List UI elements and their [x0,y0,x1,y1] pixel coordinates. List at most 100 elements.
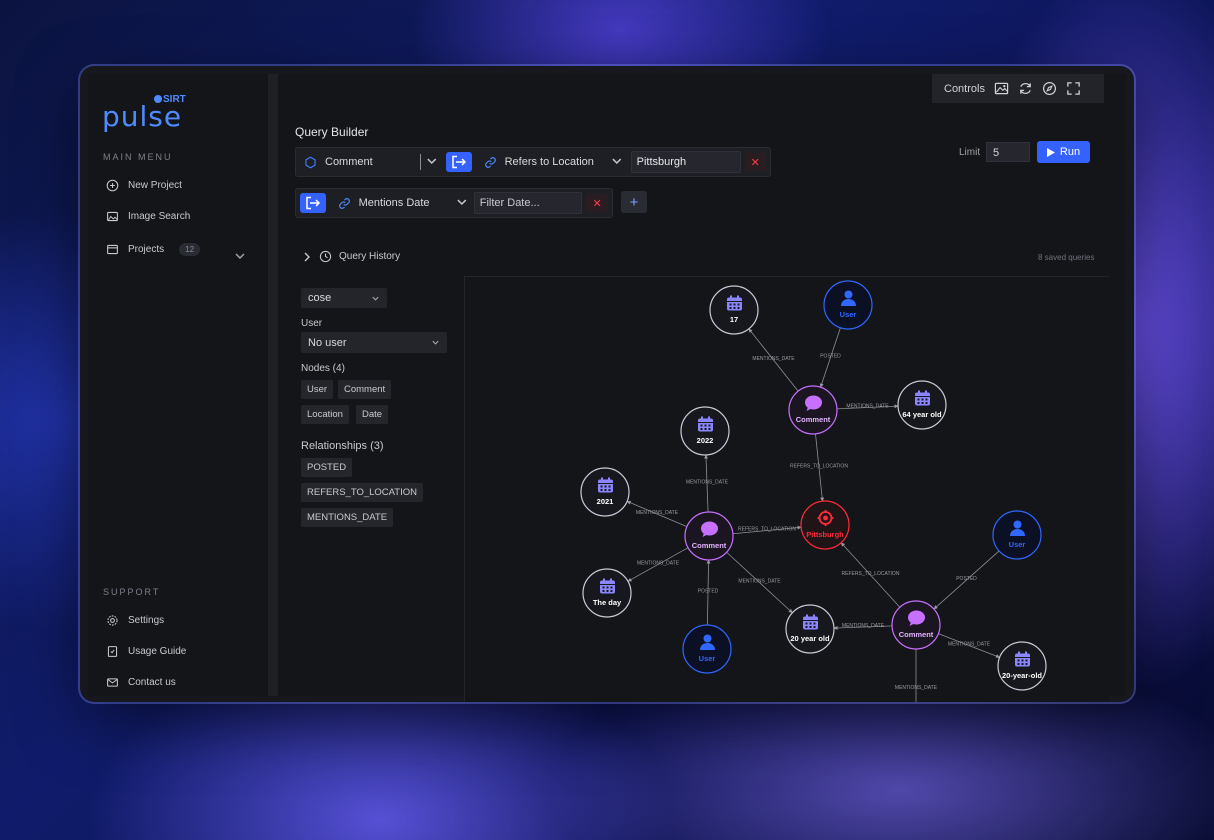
main-content: Controls Query Builder Comment Refers to… [278,74,1126,702]
play-icon [1046,147,1055,157]
fullscreen-icon[interactable] [1066,81,1081,96]
sidebar-item-image-search[interactable]: Image Search [106,210,190,223]
graph-node-comment[interactable]: Comment [788,385,838,435]
chevron-down-icon[interactable] [607,156,627,168]
graph-node-comment[interactable]: Comment [891,600,941,650]
clock-icon [319,250,332,263]
graph-node-label: 20 year old [790,634,830,643]
nodes-label: Nodes (4) [301,363,345,374]
chevron-down-icon[interactable] [234,250,246,262]
node-chip-user[interactable]: User [301,380,334,399]
graph-node-label: Comment [899,630,934,639]
user-select[interactable]: No user [301,332,447,353]
graph-node-label: 64 year old [902,410,942,419]
graph-node-user[interactable]: User [992,510,1042,560]
graph-node-date[interactable]: 20-year-old [997,641,1047,691]
sidebar-item-label: Contact us [128,677,176,688]
query-history-toggle[interactable]: Query History [303,250,400,263]
user-label: User [301,318,323,329]
sidebar-item-projects[interactable]: Projects 12 [106,243,201,256]
query-history-label: Query History [339,251,401,262]
chevron-down-icon [432,340,439,345]
plus-circle-icon [106,179,119,192]
sidebar-item-settings[interactable]: Settings [106,614,164,627]
direction-toggle-button[interactable] [446,152,472,172]
sidebar-item-new-project[interactable]: New Project [106,179,182,192]
sidebar-item-usage-guide[interactable]: Usage Guide [106,645,186,658]
graph-canvas[interactable]: MENTIONS_DATE POSTED MENTIONS_DATE REFERS_T… [464,276,1109,702]
node-chip-comment[interactable]: Comment [338,380,392,399]
refresh-icon[interactable] [1018,81,1033,96]
remove-filter-button[interactable]: ✕ [744,153,767,171]
saved-queries-count: 8 saved queries [1038,253,1095,262]
date-filter-placeholder: Filter Date... [479,197,540,209]
graph-edge-label: POSTED [956,576,977,582]
graph-node-user[interactable]: User [682,624,732,674]
calendar-icon [600,578,615,594]
graph-node-label: Comment [796,415,831,424]
direction-toggle-button[interactable] [300,193,326,213]
location-filter-input[interactable]: Pittsburgh [630,151,741,173]
remove-filter-button-2[interactable]: ✕ [586,194,608,212]
controls-bar: Controls [932,74,1104,103]
graph-svg[interactable]: MENTIONS_DATE POSTED MENTIONS_DATE REFERS_T… [465,277,1109,702]
graph-edge-label: REFERS_TO_LOCATION [738,527,796,533]
graph-node-label: The day [593,598,622,607]
logo-text: pulse [102,100,183,133]
app-window: SIRT pulse MAIN MENU New Project Image S… [80,66,1134,702]
query-builder-title: Query Builder [295,125,369,139]
relationship-chip-mentions-date[interactable]: MENTIONS_DATE [301,508,394,527]
graph-node-date[interactable]: The day [582,568,632,618]
calendar-icon [698,416,713,432]
graph-node-location[interactable]: Pittsburgh [800,500,850,550]
node-chip-date[interactable]: Date [356,405,389,424]
graph-node-comment[interactable]: Comment [684,511,734,561]
sidebar-item-label: New Project [128,180,182,191]
run-button[interactable]: Run [1037,141,1090,163]
graph-edge-label: MENTIONS_DATE [637,561,680,567]
graph-edge-label: REFERS_TO_LOCATION [790,464,848,470]
graph-edge-label: MENTIONS_DATE [846,404,889,410]
graph-node-date[interactable]: 2021 [580,467,630,517]
graph-node-user[interactable]: User [823,280,873,330]
relationship-chip-refers-to-location[interactable]: REFERS_TO_LOCATION [301,483,423,502]
relation-value: Refers to Location [504,156,594,168]
sidebar-item-label: Settings [128,615,165,626]
image-export-icon[interactable] [994,81,1009,96]
calendar-icon [915,390,930,406]
graph-node-date[interactable]: 64 year old [897,380,947,430]
relationship-chip-posted[interactable]: POSTED [301,458,353,477]
graph-node-date[interactable]: 17 [709,285,759,335]
graph-edge-label: REFERS_TO_LOCATION [842,571,900,577]
graph-node-date[interactable]: 20 year old [785,604,835,654]
graph-edge-label: POSTED [820,354,841,360]
location-filter-value: Pittsburgh [636,156,687,168]
layout-value: cose [308,292,332,304]
logo: SIRT pulse [102,92,202,138]
support-label: SUPPORT [103,587,161,597]
calendar-icon [1015,651,1030,667]
sidebar-item-contact[interactable]: Contact us [106,676,176,689]
layout-select[interactable]: cose [301,288,387,308]
sidebar-item-label: Image Search [128,211,191,222]
node-chip-location[interactable]: Location [301,405,349,424]
compass-icon[interactable] [1042,81,1057,96]
chevron-down-icon[interactable] [421,156,443,168]
node-type-select[interactable]: Comment [296,148,420,176]
user-select-value: No user [308,336,347,349]
date-filter-input[interactable]: Filter Date... [473,192,583,214]
limit-input[interactable]: 5 [986,142,1030,162]
book-icon [107,646,118,657]
graph-node-label: Comment [692,541,727,550]
graph-node-label: User [1009,540,1026,549]
add-filter-button[interactable]: + [621,191,647,213]
main-menu-label: MAIN MENU [103,152,173,162]
link-icon [338,197,350,209]
chevron-right-icon [304,252,310,261]
graph-node-label: 2022 [697,436,714,445]
graph-node-date[interactable]: 2022 [680,406,730,456]
chevron-down-icon[interactable] [452,197,472,209]
query-row-2: Mentions Date Filter Date... ✕ [295,188,613,218]
relation-select[interactable]: Refers to Location [476,148,607,176]
relation-select-2[interactable]: Mentions Date [330,189,452,217]
